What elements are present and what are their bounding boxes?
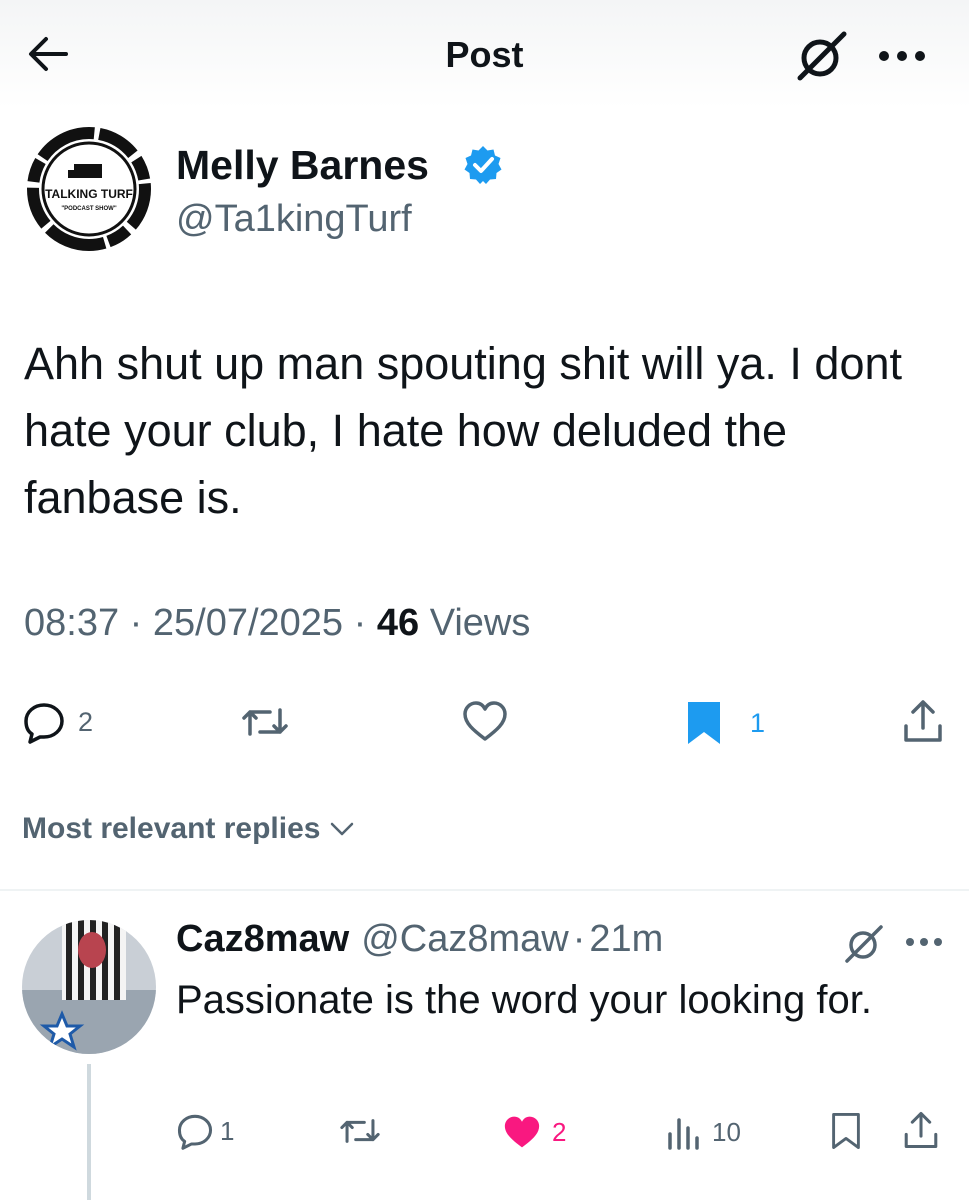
reply-button[interactable]: 2 [22, 700, 93, 744]
reply-grok-button[interactable] [842, 924, 886, 964]
more-button[interactable] [876, 48, 928, 64]
reply-author-handle[interactable]: @Caz8maw [361, 918, 569, 961]
repost-icon [242, 708, 288, 736]
reply-views-button[interactable]: 10 [666, 1114, 741, 1150]
replies-sort-dropdown[interactable]: Most relevant replies [22, 812, 356, 846]
bookmark-count: 1 [750, 707, 766, 738]
divider [0, 889, 969, 891]
thread-line [87, 1064, 91, 1200]
reply-share-button[interactable] [902, 1110, 940, 1150]
reply-author-name[interactable]: Caz8maw [176, 918, 349, 961]
replies-sort-label: Most relevant replies [22, 812, 321, 845]
reply-repost-button[interactable] [338, 1112, 382, 1150]
reply-count: 2 [78, 706, 94, 737]
svg-text:"PODCAST SHOW": "PODCAST SHOW" [61, 206, 117, 212]
more-horizontal-icon [879, 51, 925, 61]
repost-icon [340, 1119, 380, 1143]
bookmark-button[interactable]: 1 [686, 700, 765, 746]
views-count: 46 [376, 602, 420, 644]
reply-icon [177, 1114, 213, 1150]
reply-separator: · [572, 918, 586, 960]
svg-text:TALKING TURF: TALKING TURF [45, 187, 133, 201]
grok-icon [845, 925, 883, 963]
post-time: 08:37 [24, 602, 120, 644]
views-label[interactable]: Views [430, 602, 531, 644]
author-name[interactable]: Melly Barnes [176, 142, 429, 189]
reply-avatar[interactable] [22, 920, 156, 1054]
post-date: 25/07/2025 [152, 602, 344, 644]
reply-icon [24, 703, 64, 744]
views-icon [668, 1118, 699, 1150]
reply-text: Passionate is the word your looking for. [176, 978, 872, 1022]
like-button[interactable] [462, 700, 508, 742]
grok-icon [797, 31, 847, 81]
post-text: Ahh shut up man spouting shit will ya. I… [24, 338, 903, 523]
reply-like-button[interactable]: 2 [502, 1114, 566, 1150]
share-icon [904, 700, 942, 742]
heart-icon [504, 1116, 540, 1148]
meta-separator: · [353, 602, 367, 644]
reply-like-count: 2 [552, 1116, 567, 1147]
reply-views-count: 10 [712, 1116, 741, 1147]
reply-bookmark-button[interactable] [830, 1112, 862, 1150]
meta-separator: · [129, 602, 143, 644]
bookmark-icon [832, 1113, 860, 1149]
share-button[interactable] [902, 698, 944, 744]
repost-button[interactable] [240, 700, 290, 744]
chevron-down-icon [331, 822, 354, 836]
author-handle[interactable]: @Ta1kingTurf [176, 198, 412, 241]
post-meta: 08:37 · 25/07/2025 · 46 Views [24, 602, 530, 645]
share-icon [904, 1111, 938, 1149]
reply-time[interactable]: 21m [589, 918, 663, 961]
heart-icon [463, 701, 507, 741]
reply-header: Caz8maw @Caz8maw · 21m [176, 918, 663, 961]
reply-reply-button[interactable]: 1 [176, 1112, 234, 1150]
verified-badge [462, 144, 504, 186]
verified-badge-icon [464, 146, 502, 184]
reply-more-button[interactable] [904, 936, 944, 948]
bookmark-icon [688, 702, 720, 744]
author-avatar[interactable]: TALKING TURF "PODCAST SHOW" [22, 122, 156, 256]
reply-reply-count: 1 [220, 1115, 235, 1146]
grok-button[interactable] [794, 30, 850, 82]
more-horizontal-icon [906, 938, 942, 946]
